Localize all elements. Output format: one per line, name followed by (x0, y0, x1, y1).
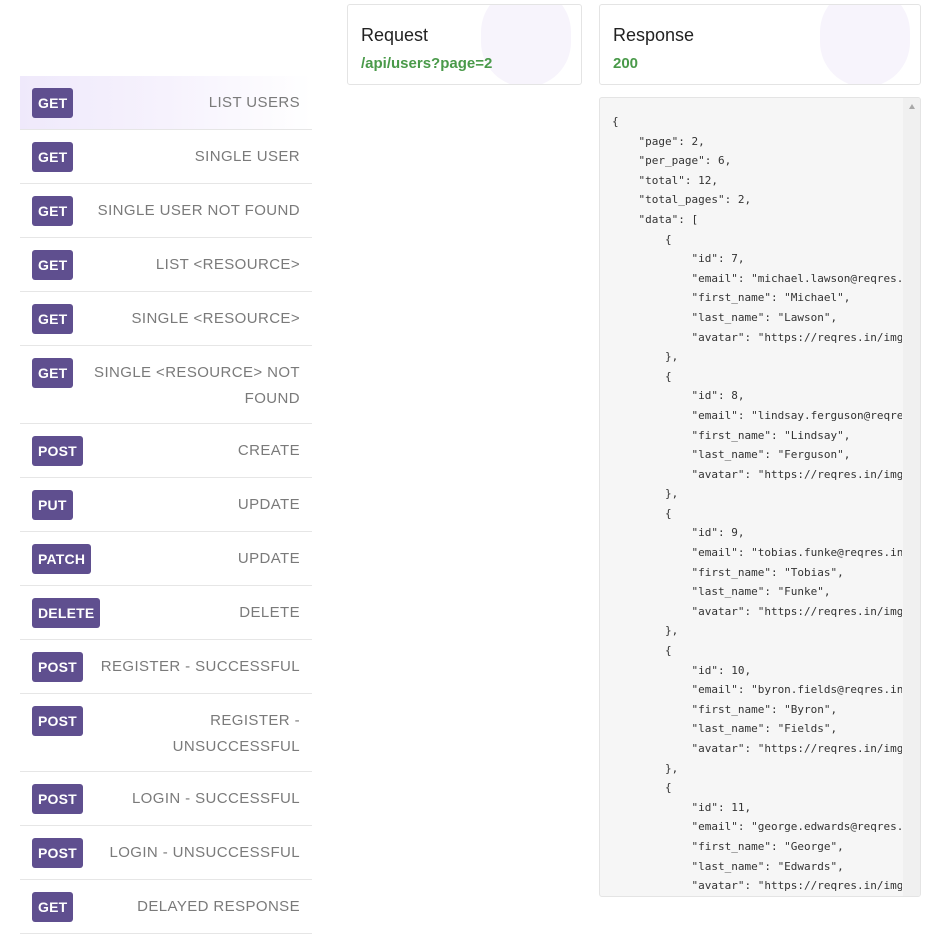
scroll-up-arrow-icon[interactable] (909, 104, 915, 109)
request-url: /api/users?page=2 (361, 55, 493, 72)
endpoint-label: DELAYED RESPONSE (137, 898, 300, 915)
watermark-icon (820, 5, 910, 84)
request-card: Request /api/users?page=2 (347, 4, 582, 85)
endpoint-label: LOGIN - UNSUCCESSFUL (109, 844, 300, 861)
endpoint-item[interactable]: GET SINGLE USER NOT FOUND (20, 184, 312, 238)
method-badge: POST (32, 436, 83, 466)
endpoint-item[interactable]: PATCH UPDATE (20, 532, 312, 586)
response-title: Response (613, 25, 695, 45)
endpoint-label: SINGLE USER NOT FOUND (97, 202, 300, 219)
method-badge: POST (32, 706, 83, 736)
endpoint-item[interactable]: GET SINGLE USER (20, 130, 312, 184)
response-body: { "page": 2, "per_page": 6, "total": 12,… (612, 115, 902, 893)
method-badge: POST (32, 652, 83, 682)
endpoint-label: SINGLE USER (194, 148, 300, 165)
method-badge: GET (32, 250, 74, 280)
method-badge: POST (32, 838, 83, 868)
endpoint-item[interactable]: PUT UPDATE (20, 478, 312, 532)
method-badge: GET (32, 196, 74, 226)
endpoint-item[interactable]: DELETE DELETE (20, 586, 312, 640)
endpoint-item[interactable]: POST LOGIN - UNSUCCESSFUL (20, 826, 312, 880)
response-card: Response 200 (599, 4, 921, 85)
method-badge: PUT (32, 490, 73, 520)
endpoint-label: LIST <RESOURCE> (155, 256, 300, 273)
response-status: 200 (613, 55, 639, 72)
endpoint-label: UPDATE (237, 550, 300, 567)
endpoint-item[interactable]: GET LIST <RESOURCE> (20, 238, 312, 292)
method-badge: GET (32, 892, 74, 922)
endpoint-label: UPDATE (237, 496, 300, 513)
request-title: Request (361, 25, 429, 45)
endpoint-label: SINGLE <RESOURCE> NOT FOUND (94, 364, 300, 407)
endpoint-item[interactable]: POST CREATE (20, 424, 312, 478)
response-body-panel[interactable]: { "page": 2, "per_page": 6, "total": 12,… (599, 97, 921, 897)
method-badge: GET (32, 304, 74, 334)
endpoint-item[interactable]: POST REGISTER - SUCCESSFUL (20, 640, 312, 694)
endpoint-label: DELETE (239, 604, 300, 621)
endpoint-label: REGISTER - UNSUCCESSFUL (172, 712, 300, 755)
endpoint-item[interactable]: GET SINGLE <RESOURCE> NOT FOUND (20, 346, 312, 424)
endpoint-item[interactable]: GET LIST USERS (20, 76, 312, 130)
endpoint-item[interactable]: POST LOGIN - SUCCESSFUL (20, 772, 312, 826)
endpoint-label: LIST USERS (208, 94, 300, 111)
watermark-icon (481, 5, 571, 84)
scrollbar[interactable] (903, 98, 920, 896)
endpoint-label: LOGIN - SUCCESSFUL (131, 790, 300, 807)
endpoint-item[interactable]: POST REGISTER - UNSUCCESSFUL (20, 694, 312, 772)
method-badge: GET (32, 142, 74, 172)
method-badge: GET (32, 88, 74, 118)
endpoint-list: GET LIST USERS GET SINGLE USER GET SINGLE USE… (20, 76, 312, 934)
method-badge: PATCH (32, 544, 92, 574)
method-badge: GET (32, 358, 74, 388)
endpoint-item[interactable]: GET DELAYED RESPONSE (20, 880, 312, 934)
endpoint-label: SINGLE <RESOURCE> (131, 310, 300, 327)
endpoint-label: REGISTER - SUCCESSFUL (100, 658, 300, 675)
endpoint-label: CREATE (237, 442, 300, 459)
method-badge: POST (32, 784, 83, 814)
endpoint-item[interactable]: GET SINGLE <RESOURCE> (20, 292, 312, 346)
method-badge: DELETE (32, 598, 101, 628)
